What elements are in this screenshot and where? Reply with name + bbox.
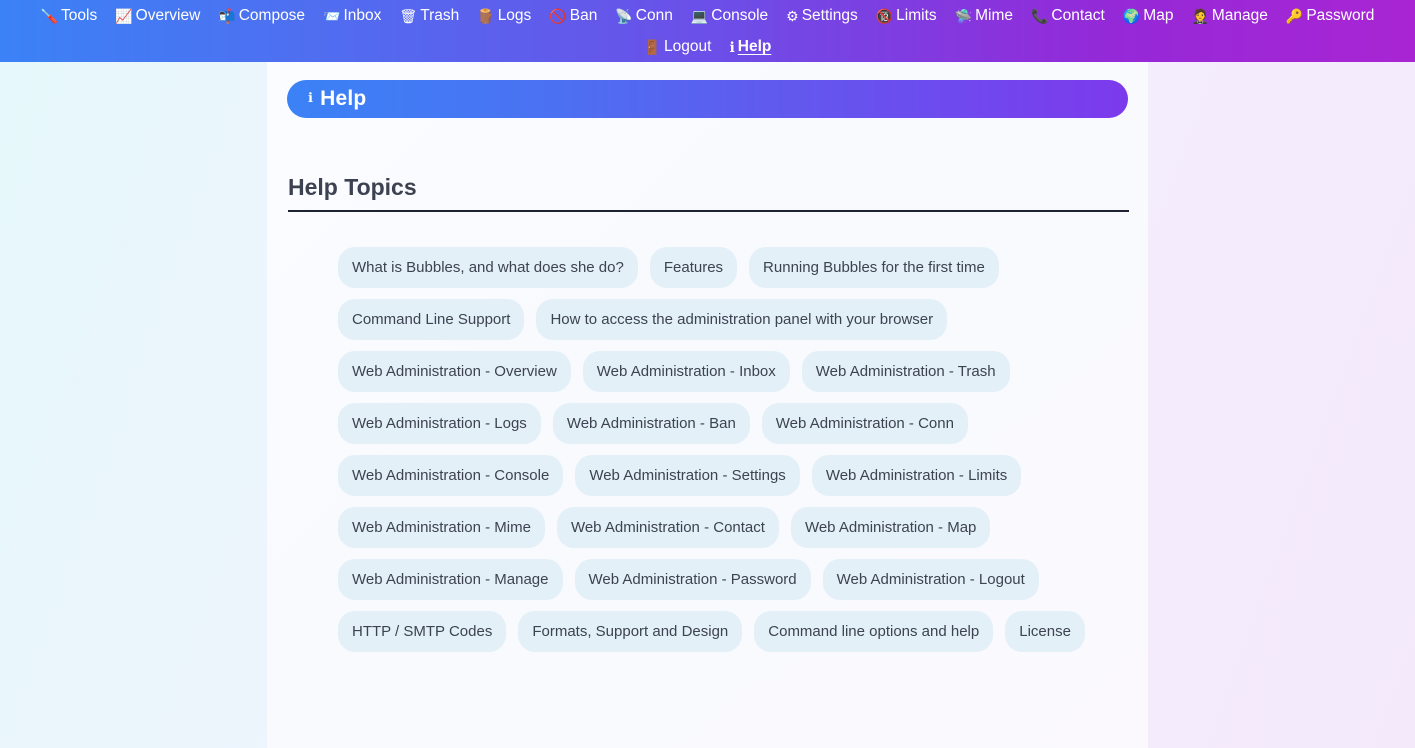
help-topic-pill[interactable]: Features [649,247,738,288]
nav-item-logout[interactable]: 🚪 Logout [635,36,721,58]
satellite-antenna-icon: 📡 [615,7,633,24]
main-navigation: 🪛 Tools 📈 Overview 📬 Compose 📨 Inbox 🗑 Trash 🪵 Logs… [0,0,1415,62]
help-topic-pill[interactable]: HTTP / SMTP Codes [338,611,507,652]
nav-item-label: Overview [135,6,201,24]
help-topic-pill[interactable]: Web Administration - Trash [801,351,1010,392]
wastebasket-icon: 🗑 [399,7,418,24]
no-one-under-eighteen-icon: 🔞 [875,7,894,24]
help-topics-list: What is Bubbles, and what does she do? Fe… [338,247,1098,652]
nav-item-label: Password [1306,6,1375,24]
telephone-receiver-icon: 📞 [1030,7,1049,24]
help-topic-pill[interactable]: Running Bubbles for the first time [749,247,999,288]
nav-item-label: Limits [896,6,937,24]
help-topic-pill[interactable]: Web Administration - Contact [556,507,779,548]
globe-icon: 🌍 [1122,7,1141,24]
laptop-icon: 💻 [690,7,709,24]
help-topic-pill[interactable]: Command line options and help [754,611,994,652]
nav-item-help[interactable]: ℹ Help [720,36,780,58]
nav-item-label: Console [711,6,769,24]
nav-item-tools[interactable]: 🪛 Tools [32,5,107,27]
nav-item-console[interactable]: 💻 Console [682,5,777,27]
nav-item-limits[interactable]: 🔞 Limits [867,5,946,27]
nav-item-password[interactable]: 🔑 Password [1277,5,1384,27]
flying-saucer-icon: 🛸 [954,7,973,24]
nav-item-trash[interactable]: 🗑 Trash [390,5,468,27]
help-topic-pill[interactable]: Web Administration - Inbox [582,351,790,392]
nav-item-ban[interactable]: 🚫 Ban [540,5,606,27]
nav-item-label: Conn [635,6,673,24]
nav-item-label: Contact [1051,6,1105,24]
prohibited-icon: 🚫 [549,7,567,24]
help-topic-pill[interactable]: Web Administration - Limits [811,455,1022,496]
nav-item-label: Tools [61,6,98,24]
nav-item-label: Mime [975,6,1013,24]
nav-item-mime[interactable]: 🛸 Mime [946,5,1022,27]
help-topic-pill[interactable]: Web Administration - Console [338,455,564,496]
nav-item-label: Logout [664,37,712,55]
help-topic-pill[interactable]: Web Administration - Settings [575,455,800,496]
section-heading: Help Topics [288,174,1129,212]
nav-item-label: Inbox [343,6,382,24]
nav-item-manage[interactable]: 🤵 Manage [1182,5,1276,27]
door-icon: 🚪 [643,38,662,55]
help-topic-pill[interactable]: How to access the administration panel w… [536,299,948,340]
key-icon: 🔑 [1285,7,1304,24]
incoming-envelope-icon: 📨 [323,7,341,24]
wood-log-icon: 🪵 [477,7,495,24]
nav-item-map[interactable]: 🌍 Map [1114,5,1183,27]
person-in-suit-icon: 🤵 [1191,7,1209,24]
content-panel: ℹ Help Help Topics What is Bubbles, and … [267,62,1148,748]
nav-item-label: Compose [238,6,306,24]
nav-item-logs[interactable]: 🪵 Logs [468,5,540,27]
nav-item-label: Map [1143,6,1174,24]
nav-item-label: Logs [497,6,532,24]
nav-item-inbox[interactable]: 📨 Inbox [314,5,390,27]
nav-item-compose[interactable]: 📬 Compose [209,5,314,27]
screwdriver-icon: 🪛 [40,7,59,24]
page-body: ℹ Help Help Topics What is Bubbles, and … [0,62,1415,748]
information-icon: ℹ [729,38,735,55]
help-topic-pill[interactable]: Web Administration - Manage [338,559,563,600]
nav-item-settings[interactable]: ⚙ Settings [777,5,867,27]
nav-item-overview[interactable]: 📈 Overview [106,5,209,27]
help-topic-pill[interactable]: License [1005,611,1085,652]
help-topic-pill[interactable]: Web Administration - Logs [338,403,541,444]
chart-increasing-icon: 📈 [115,7,133,24]
page-header-banner: ℹ Help [287,80,1128,118]
help-topic-pill[interactable]: Web Administration - Password [574,559,811,600]
help-topic-pill[interactable]: Web Administration - Map [790,507,991,548]
page-title: Help [320,87,367,110]
nav-item-conn[interactable]: 📡 Conn [606,5,682,27]
nav-primary-row: 🪛 Tools 📈 Overview 📬 Compose 📨 Inbox 🗑 Trash 🪵 Logs… [0,0,1415,31]
nav-item-label: Trash [420,6,460,24]
open-mailbox-icon: 📬 [218,7,236,24]
nav-item-label: Settings [801,6,858,24]
help-topic-pill[interactable]: Web Administration - Ban [552,403,750,444]
nav-item-label: Ban [569,6,598,24]
help-topic-pill[interactable]: Command Line Support [338,299,525,340]
nav-item-label: Help [737,37,772,55]
information-icon: ℹ [308,90,314,105]
nav-item-contact[interactable]: 📞 Contact [1022,5,1114,27]
nav-item-label: Manage [1211,6,1268,24]
gear-icon: ⚙ [786,7,799,24]
help-topic-pill[interactable]: Web Administration - Logout [822,559,1039,600]
help-topic-pill[interactable]: Web Administration - Overview [338,351,571,392]
help-topic-pill[interactable]: What is Bubbles, and what does she do? [338,247,638,288]
help-topic-pill[interactable]: Web Administration - Mime [338,507,545,548]
nav-secondary-row: 🚪 Logout ℹ Help [0,31,1415,62]
help-topic-pill[interactable]: Formats, Support and Design [518,611,743,652]
help-topic-pill[interactable]: Web Administration - Conn [761,403,968,444]
